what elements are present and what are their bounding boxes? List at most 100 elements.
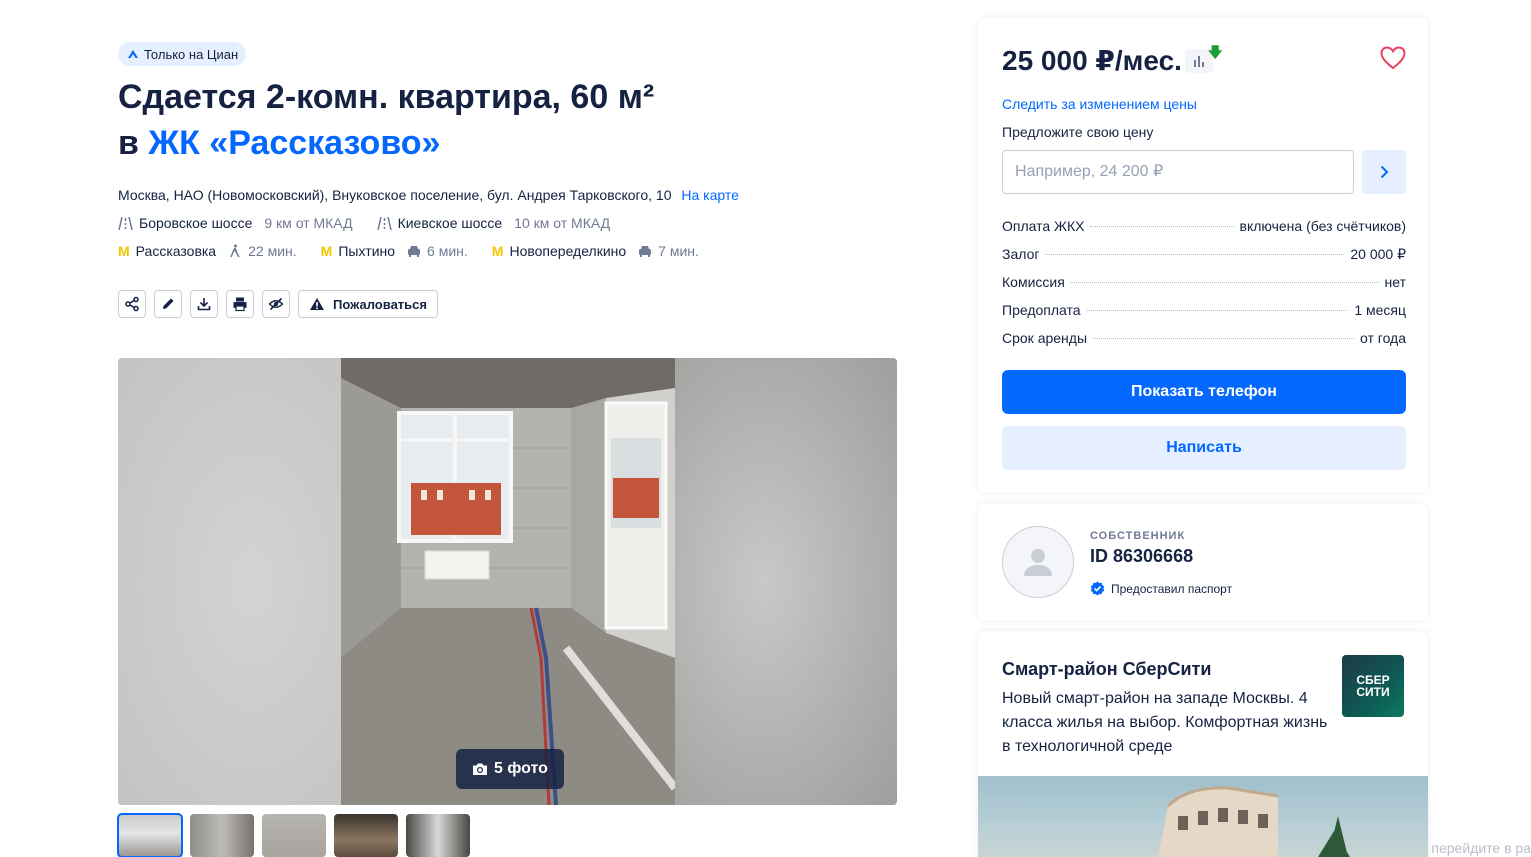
car-icon — [639, 246, 652, 257]
photo-count-badge[interactable]: 5 фото — [456, 749, 564, 789]
term-value: 20 000 ₽ — [1350, 246, 1406, 262]
metro-item: М Новопеределкино 7 мин. — [492, 243, 699, 259]
rental-terms: Оплата ЖКХ включена (без счётчиков) Залог… — [1002, 218, 1406, 358]
complain-button[interactable]: Пожаловаться — [298, 290, 438, 318]
term-label: Залог — [1002, 246, 1040, 262]
term-value: нет — [1384, 274, 1406, 290]
ad-card[interactable]: Смарт-район СберСити Новый смарт-район н… — [978, 631, 1428, 857]
metro-icon: М — [491, 243, 504, 259]
room-photo — [341, 358, 675, 805]
highway-item: Боровское шоссе 9 км от МКАД — [118, 215, 353, 231]
download-button[interactable] — [190, 290, 218, 318]
highway-icon — [376, 216, 392, 230]
metro-name: Рассказовка — [135, 243, 217, 259]
logo-line: СИТИ — [1356, 685, 1390, 699]
thumbnail[interactable] — [406, 814, 470, 857]
owner-card: СОБСТВЕННИК ID 86306668 Предоставил пасп… — [978, 504, 1428, 620]
highway-distance: 10 км от МКАД — [514, 215, 611, 231]
title-prefix: в — [118, 124, 149, 162]
offer-submit-button[interactable] — [1362, 150, 1406, 194]
price-value: 25 000 ₽/мес. — [1002, 45, 1182, 76]
owner-type: СОБСТВЕННИК — [1090, 530, 1186, 542]
metro-row: М Рассказовка 22 мин. М Пыхтино 6 мин. М… — [118, 243, 711, 259]
thumbnail[interactable] — [190, 814, 254, 857]
complex-link[interactable]: ЖК «Рассказово» — [148, 124, 440, 162]
owner-id[interactable]: ID 86306668 — [1090, 546, 1193, 567]
walk-icon — [230, 244, 240, 258]
title-line: Сдается 2-комн. квартира, 60 м² — [118, 78, 655, 116]
gallery-blur-left — [118, 358, 341, 805]
print-button[interactable] — [226, 290, 254, 318]
metro-item: М Рассказовка 22 мин. — [118, 243, 297, 259]
metro-icon: М — [118, 243, 130, 259]
metro-time: 6 мин. — [427, 243, 468, 259]
thumbnail[interactable] — [262, 814, 326, 857]
car-icon — [408, 246, 421, 257]
photo-count-label: 5 фото — [494, 760, 548, 777]
bar-chart-icon — [1194, 56, 1204, 67]
term-row: Оплата ЖКХ включена (без счётчиков) — [1002, 218, 1406, 246]
share-button[interactable] — [118, 290, 146, 318]
term-row: Залог 20 000 ₽ — [1002, 246, 1406, 274]
ad-text: Новый смарт-район на западе Москвы. 4 кл… — [1002, 690, 1328, 755]
building-illustration — [1158, 786, 1350, 857]
metro-time: 7 мин. — [658, 243, 699, 259]
sbercity-logo: СБЕР СИТИ — [1342, 655, 1404, 717]
highway-name: Киевское шоссе — [397, 215, 503, 231]
highway-item: Киевское шоссе 10 км от МКАД — [376, 215, 611, 231]
offer-price-input[interactable] — [1002, 150, 1354, 194]
term-value: включена (без счётчиков) — [1239, 218, 1407, 234]
pencil-icon — [163, 298, 174, 309]
map-link[interactable]: На карте — [681, 187, 739, 203]
main-photo[interactable] — [341, 358, 675, 805]
ad-image[interactable] — [978, 776, 1428, 857]
gallery-blur-right — [675, 358, 897, 805]
thumbnail[interactable] — [117, 813, 183, 857]
activation-watermark: перейдите в ра — [1431, 840, 1531, 856]
term-row: Предоплата 1 месяц — [1002, 302, 1406, 330]
metro-item: М Пыхтино 6 мин. — [321, 243, 468, 259]
highway-distance: 9 км от МКАД — [264, 215, 353, 231]
metro-name: Новопеределкино — [509, 243, 627, 259]
metro-name: Пыхтино — [338, 243, 396, 259]
term-label: Комиссия — [1002, 274, 1065, 290]
address-text: Москва, НАО (Новомосковский), Внуковское… — [118, 187, 672, 203]
title-complex-line: в ЖК «Рассказово» — [118, 120, 654, 166]
warning-icon — [310, 298, 324, 310]
user-icon — [1024, 549, 1052, 576]
price-card: 25 000 ₽/мес. 🡇 Следить за изменением це… — [978, 18, 1428, 492]
highway-name: Боровское шоссе — [139, 215, 253, 231]
highways-row: Боровское шоссе 9 км от МКАД Киевское шо… — [118, 215, 622, 231]
metro-icon: М — [320, 243, 333, 259]
term-row: Срок аренды от года — [1002, 330, 1406, 358]
term-value: от года — [1359, 330, 1406, 346]
photo-gallery[interactable]: 5 фото — [118, 358, 897, 805]
metro-time: 22 мин. — [248, 243, 297, 259]
camera-icon — [473, 763, 487, 775]
printer-icon — [233, 297, 247, 312]
offer-price-label: Предложите свою цену — [1002, 124, 1154, 140]
thumbnail[interactable] — [334, 814, 398, 857]
term-row: Комиссия нет — [1002, 274, 1406, 302]
cian-exclusive-badge: Только на Циан — [118, 42, 247, 66]
track-price-link[interactable]: Следить за изменением цены — [1002, 96, 1197, 112]
toolbar: Пожаловаться — [118, 290, 438, 318]
show-phone-button[interactable]: Показать телефон — [1002, 370, 1406, 414]
hide-button[interactable] — [262, 290, 290, 318]
complain-label: Пожаловаться — [333, 296, 427, 312]
highway-icon — [118, 216, 133, 230]
avatar[interactable] — [1002, 526, 1074, 598]
write-message-button[interactable]: Написать — [1002, 426, 1406, 470]
favorite-heart-icon[interactable] — [1380, 46, 1406, 70]
badge-label: Только на Циан — [144, 46, 239, 62]
ad-title: Смарт-район СберСити — [1002, 659, 1212, 679]
share-icon — [125, 296, 139, 312]
cian-logo-icon — [128, 50, 138, 58]
edit-button[interactable] — [154, 290, 182, 318]
term-value: 1 месяц — [1354, 302, 1406, 318]
term-label: Предоплата — [1002, 302, 1081, 318]
thumbnail-strip — [117, 813, 470, 857]
chevron-right-icon — [1380, 165, 1389, 179]
download-icon — [197, 298, 211, 311]
passport-verified: Предоставил паспорт — [1090, 581, 1232, 596]
